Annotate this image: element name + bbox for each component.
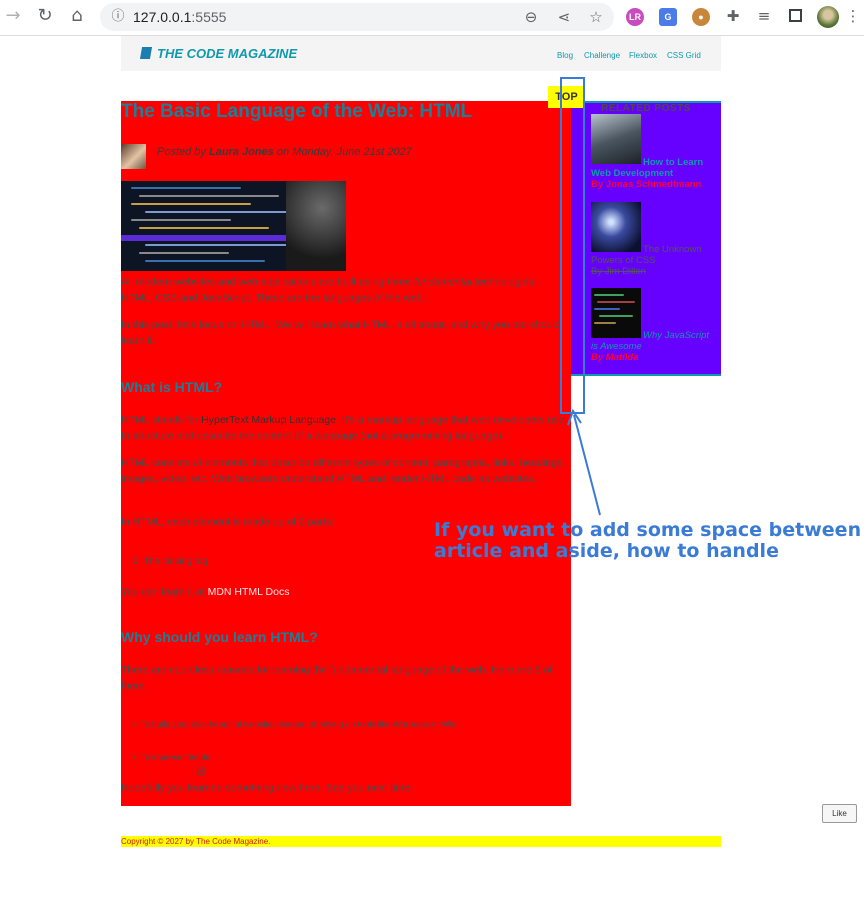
logo-book-icon <box>139 47 153 59</box>
url-port: :5555 <box>191 9 227 25</box>
cookie-extension-icon[interactable]: ● <box>692 8 710 26</box>
author-name: Laura Jones <box>208 146 274 158</box>
profile-avatar[interactable] <box>817 6 839 28</box>
site-logo[interactable]: THE CODE MAGAZINE <box>139 46 298 61</box>
closing-paragraph: Hopefully you learned something new here… <box>121 782 413 794</box>
url-host: 127.0.0.1 <box>133 9 192 25</box>
annotation-line-2: article and aside, how to handle <box>434 540 779 562</box>
back-icon[interactable]: → <box>3 6 23 26</box>
gap-highlight-box <box>560 77 585 414</box>
bookmark-star-icon[interactable]: ☆ <box>587 8 605 26</box>
url-text[interactable]: 127.0.0.1:5555 <box>133 9 226 25</box>
intro-1-emphasis: fundamental <box>414 276 472 288</box>
nav-link-flexbox[interactable]: Flexbox <box>629 51 657 60</box>
menu-kebab-icon[interactable]: ⋮ <box>844 7 862 25</box>
related-post-author-1: By Jonas Schmedtmann <box>591 179 702 190</box>
annotation-line-1: If you want to add some space between <box>434 519 862 541</box>
bullet-dot-icon: • <box>133 752 141 762</box>
bullet-item-build-websites: • To build your own beautiful websites i… <box>133 719 456 729</box>
related-post-1[interactable]: How to Learn Web Development By Jonas Sch… <box>591 157 716 190</box>
paragraph-html-stands-for: HTML stands for HyperText Markup Languag… <box>121 412 571 444</box>
paragraph-html-elements: HTML consists of elements that describe … <box>121 457 566 485</box>
browser-toolbar: → ↻ ⌂ ⓘ 127.0.0.1:5555 ⊖ ⋖ ☆ LR G ● ✚ ≡ … <box>0 0 864 36</box>
intro-paragraph-1: All modern websites and web applications… <box>121 274 571 306</box>
intro-paragraph-2: In this post, let's focus on HTML. We wi… <box>121 319 561 347</box>
share-icon[interactable]: ⋖ <box>555 8 573 26</box>
mdn-docs-link[interactable]: MDN HTML Docs <box>208 586 290 598</box>
section-heading-what-is-html: What is HTML? <box>121 379 223 395</box>
list-item-closing-tag: 2. The closing tag <box>133 556 208 567</box>
related-post-title-2[interactable]: The Unknown Powers of CSS <box>591 244 702 266</box>
bullet-item-impress-friends: • To impress friends <box>133 752 210 762</box>
byline-prefix: Posted by <box>157 146 206 158</box>
article: The Basic Language of the Web: HTML Post… <box>121 101 571 806</box>
nav-link-blog[interactable]: Blog <box>557 51 573 60</box>
author-avatar <box>121 144 146 169</box>
nav-link-challenge[interactable]: Challenge <box>584 51 620 60</box>
related-posts-heading: RELATED POSTS <box>601 103 691 114</box>
paragraph-learn-at: You can learn it at MDN HTML Docs <box>121 584 571 600</box>
bullet-text-1: To build your own beautiful websites ins… <box>140 719 456 729</box>
site-footer: Copyright © 2027 by The Code Magazine. <box>121 836 721 847</box>
related-post-author-3: By Matilda <box>591 352 639 363</box>
intro-1-text-a: All modern websites and web applications… <box>121 276 412 288</box>
side-panel-icon[interactable] <box>789 9 802 22</box>
address-bar[interactable]: ⓘ 127.0.0.1:5555 ⊖ ⋖ ☆ <box>100 3 614 31</box>
related-post-title-3[interactable]: Why JavaScript is Awesome <box>591 330 709 352</box>
related-post-3[interactable]: Why JavaScript is Awesome By Matilda <box>591 330 716 363</box>
related-posts-aside: RELATED POSTS How to Learn Web Developme… <box>571 101 721 376</box>
zoom-icon[interactable]: ⊖ <box>522 8 540 26</box>
hero-code-image <box>121 181 346 271</box>
extension-lr-icon[interactable]: LR <box>626 8 644 26</box>
like-button[interactable]: Like <box>822 804 857 823</box>
reload-icon[interactable]: ↻ <box>35 6 55 26</box>
section-heading-why-learn: Why should you learn HTML? <box>121 629 318 645</box>
site-logo-text: THE CODE MAGAZINE <box>157 46 298 61</box>
reading-list-icon[interactable]: ≡ <box>755 7 773 25</box>
translate-extension-icon[interactable]: G <box>659 8 677 26</box>
paragraph-countless-reasons: There are countless reasons for learning… <box>121 664 553 692</box>
post-date: Monday, June 21st 2027 <box>292 146 412 158</box>
extensions-puzzle-icon[interactable]: ✚ <box>724 7 742 25</box>
related-post-author-2: By Jim Dillon <box>591 266 646 277</box>
p1-term: HyperText Markup Language <box>201 414 336 426</box>
site-info-icon[interactable]: ⓘ <box>110 9 126 25</box>
site-header: THE CODE MAGAZINE Blog Challenge Flexbox… <box>121 36 721 71</box>
annotation-arrow-icon <box>567 408 601 516</box>
related-post-title-1[interactable]: How to Learn Web Development <box>591 157 703 179</box>
home-icon[interactable]: ⌂ <box>67 6 87 26</box>
bullet-dot-icon: • <box>133 719 141 729</box>
bullet-text-2: To impress friends <box>140 752 210 762</box>
smiley-emoji: 😃 <box>196 767 207 778</box>
nav-link-css-grid[interactable]: CSS Grid <box>667 51 701 60</box>
related-post-2[interactable]: The Unknown Powers of CSS By Jim Dillon <box>591 244 716 277</box>
byline-mid: on <box>276 146 290 158</box>
annotation-text: If you want to add some space between ar… <box>434 520 861 562</box>
article-byline: Posted by Laura Jones on Monday, June 21… <box>157 146 412 158</box>
p1-text-a: HTML stands for <box>121 414 199 426</box>
article-title: The Basic Language of the Web: HTML <box>121 101 473 122</box>
p4-prefix: You can learn it at <box>121 586 205 598</box>
copyright-text: Copyright © 2027 by The Code Magazine. <box>121 837 271 846</box>
